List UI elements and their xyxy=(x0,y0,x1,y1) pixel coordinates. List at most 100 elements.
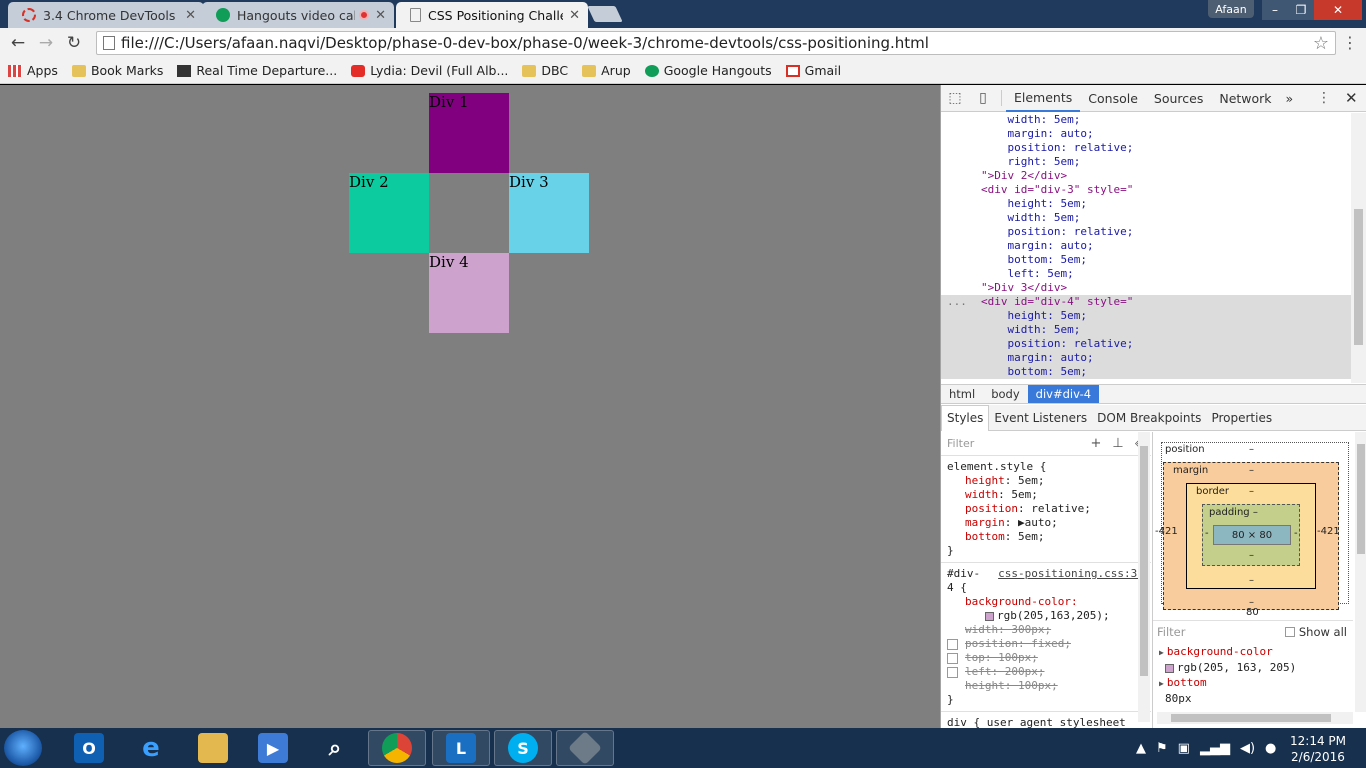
style-property[interactable]: position: relative; xyxy=(947,502,1151,516)
computed-row[interactable]: ▶ background-color xyxy=(1159,644,1296,660)
bookmark-arup[interactable]: Arup xyxy=(582,63,631,78)
overridden-property[interactable]: height: 100px; xyxy=(947,679,1151,693)
new-rule-icon[interactable]: + xyxy=(1085,436,1107,451)
expand-triangle-icon[interactable]: ▶ xyxy=(1159,679,1164,688)
property-checkbox[interactable] xyxy=(947,639,958,650)
margin-top-value[interactable]: – xyxy=(1249,465,1254,476)
dom-line[interactable]: margin: auto; xyxy=(941,239,1366,253)
flag-icon[interactable]: ⚑ xyxy=(1156,741,1168,756)
tab-event-listeners[interactable]: Event Listeners xyxy=(989,405,1092,431)
scroll-thumb[interactable] xyxy=(1140,446,1148,676)
computed-filter-input[interactable]: Filter xyxy=(1157,625,1185,639)
dom-line[interactable]: width: 5em; xyxy=(941,323,1366,337)
device-icon[interactable]: ▣ xyxy=(1178,741,1190,756)
close-icon[interactable]: ✕ xyxy=(185,8,196,23)
property-checkbox[interactable] xyxy=(947,653,958,664)
windows-start-button[interactable] xyxy=(4,730,42,766)
dom-scrollbar[interactable] xyxy=(1351,113,1366,383)
position-bottom-value[interactable]: 80 xyxy=(1246,607,1259,618)
expand-triangle-icon[interactable]: ▶ xyxy=(1159,648,1164,657)
dom-line[interactable]: width: 5em; xyxy=(941,211,1366,225)
style-property[interactable]: background-color: xyxy=(947,595,1151,609)
tab-hangouts[interactable]: Hangouts video call ✕ xyxy=(202,2,394,28)
breadcrumb-body[interactable]: body xyxy=(983,385,1027,403)
scroll-thumb[interactable] xyxy=(1171,714,1331,722)
close-icon[interactable]: ✕ xyxy=(569,8,580,23)
taskbar-lync[interactable]: L xyxy=(432,730,490,766)
border-top-value[interactable]: – xyxy=(1249,486,1254,497)
taskbar-magnifier[interactable]: ⌕ xyxy=(306,730,364,766)
device-mode-icon[interactable]: ▯ xyxy=(969,85,997,112)
taskbar-outlook[interactable]: O xyxy=(60,730,118,766)
property-checkbox[interactable] xyxy=(947,667,958,678)
dom-line[interactable]: ">Div 2</div> xyxy=(941,169,1366,183)
close-window-button[interactable]: ✕ xyxy=(1314,0,1362,20)
overridden-property[interactable]: top: 100px; xyxy=(947,651,1151,665)
reload-button[interactable]: ↻ xyxy=(62,32,86,54)
overridden-property[interactable]: left: 200px; xyxy=(947,665,1151,679)
address-bar[interactable]: file:///C:/Users/afaan.naqvi/Desktop/pha… xyxy=(96,31,1336,55)
bookmark-gmail[interactable]: Gmail xyxy=(785,63,841,78)
dom-line[interactable]: position: relative; xyxy=(941,141,1366,155)
bookmark-star-icon[interactable]: ☆ xyxy=(1313,33,1329,54)
dom-line[interactable]: bottom: 5em; xyxy=(941,253,1366,267)
overridden-property[interactable]: width: 300px; xyxy=(947,623,1151,637)
computed-vscrollbar[interactable] xyxy=(1355,432,1366,712)
more-tabs-button[interactable]: » xyxy=(1280,85,1300,112)
style-value[interactable]: rgb(205,163,205); xyxy=(947,609,1151,623)
dom-line[interactable]: position: relative; xyxy=(941,225,1366,239)
taskbar-skype[interactable]: S xyxy=(494,730,552,766)
volume-icon[interactable]: ◀) xyxy=(1240,741,1255,756)
bookmark-lydia[interactable]: Lydia: Devil (Full Alb... xyxy=(351,63,508,78)
style-property[interactable]: margin: ▶auto; xyxy=(947,516,1151,530)
source-link[interactable]: css-positioning.css:31 xyxy=(998,567,1144,581)
system-clock[interactable]: 12:14 PM 2/6/2016 xyxy=(1278,733,1358,765)
dom-line[interactable]: ">Div 3</div> xyxy=(941,281,1366,295)
dom-line[interactable]: position: relative; xyxy=(941,337,1366,351)
tab-css-positioning[interactable]: CSS Positioning Challenge ✕ xyxy=(396,2,588,28)
tab-dom-breakpoints[interactable]: DOM Breakpoints xyxy=(1092,405,1206,431)
user-profile-button[interactable]: Afaan xyxy=(1208,0,1254,18)
close-icon[interactable]: ✕ xyxy=(375,8,386,23)
dom-line[interactable]: bottom: 5em; xyxy=(941,365,1366,379)
position-top-value[interactable]: – xyxy=(1249,444,1254,455)
show-hidden-icons[interactable]: ▲ xyxy=(1136,741,1146,756)
taskbar-file-explorer[interactable] xyxy=(184,730,242,766)
scroll-thumb[interactable] xyxy=(1357,444,1365,554)
tab-elements[interactable]: Elements xyxy=(1006,85,1081,112)
scroll-thumb[interactable] xyxy=(1354,209,1363,345)
dom-line[interactable]: margin: auto; xyxy=(941,351,1366,365)
margin-right-value[interactable]: -421 xyxy=(1317,526,1340,537)
status-icon[interactable]: ● xyxy=(1265,741,1276,756)
styles-scrollbar[interactable] xyxy=(1138,432,1150,722)
dom-line[interactable]: height: 5em; xyxy=(941,197,1366,211)
margin-left-value[interactable]: -421 xyxy=(1155,526,1178,537)
styles-filter-input[interactable]: Filter xyxy=(947,437,1085,451)
overridden-property[interactable]: position: fixed; xyxy=(947,637,1151,651)
network-icon[interactable]: ▂▄▆ xyxy=(1200,741,1230,756)
devtools-menu-icon[interactable]: ⋮ xyxy=(1317,90,1331,106)
padding-right-value[interactable]: - xyxy=(1294,528,1298,539)
dom-line[interactable]: width: 5em; xyxy=(941,113,1366,127)
style-property[interactable]: height: 5em; xyxy=(947,474,1151,488)
computed-row[interactable]: ▶ bottom xyxy=(1159,675,1296,691)
dom-line[interactable]: margin: auto; xyxy=(941,127,1366,141)
maximize-button[interactable]: ❐ xyxy=(1288,0,1314,20)
taskbar-media-player[interactable]: ▶ xyxy=(244,730,302,766)
color-swatch[interactable] xyxy=(985,611,994,621)
minimize-button[interactable]: – xyxy=(1262,0,1288,20)
padding-left-value[interactable]: - xyxy=(1205,528,1209,539)
tab-styles[interactable]: Styles xyxy=(941,404,990,431)
new-tab-button[interactable] xyxy=(587,6,623,22)
tab-sources[interactable]: Sources xyxy=(1146,85,1211,112)
computed-hscrollbar[interactable] xyxy=(1157,712,1353,724)
bookmark-book-marks[interactable]: Book Marks xyxy=(71,63,163,78)
dom-tree[interactable]: width: 5em; margin: auto; position: rela… xyxy=(941,113,1366,383)
taskbar-chrome[interactable] xyxy=(368,730,426,766)
style-property[interactable]: bottom: 5em; xyxy=(947,530,1151,544)
devtools-close-icon[interactable]: ✕ xyxy=(1345,89,1358,107)
forward-button[interactable]: → xyxy=(34,32,58,54)
box-model-content[interactable]: 80 × 80 xyxy=(1213,525,1291,545)
dom-line[interactable]: height: 5em; xyxy=(941,309,1366,323)
bookmark-apps[interactable]: Apps xyxy=(8,63,58,78)
